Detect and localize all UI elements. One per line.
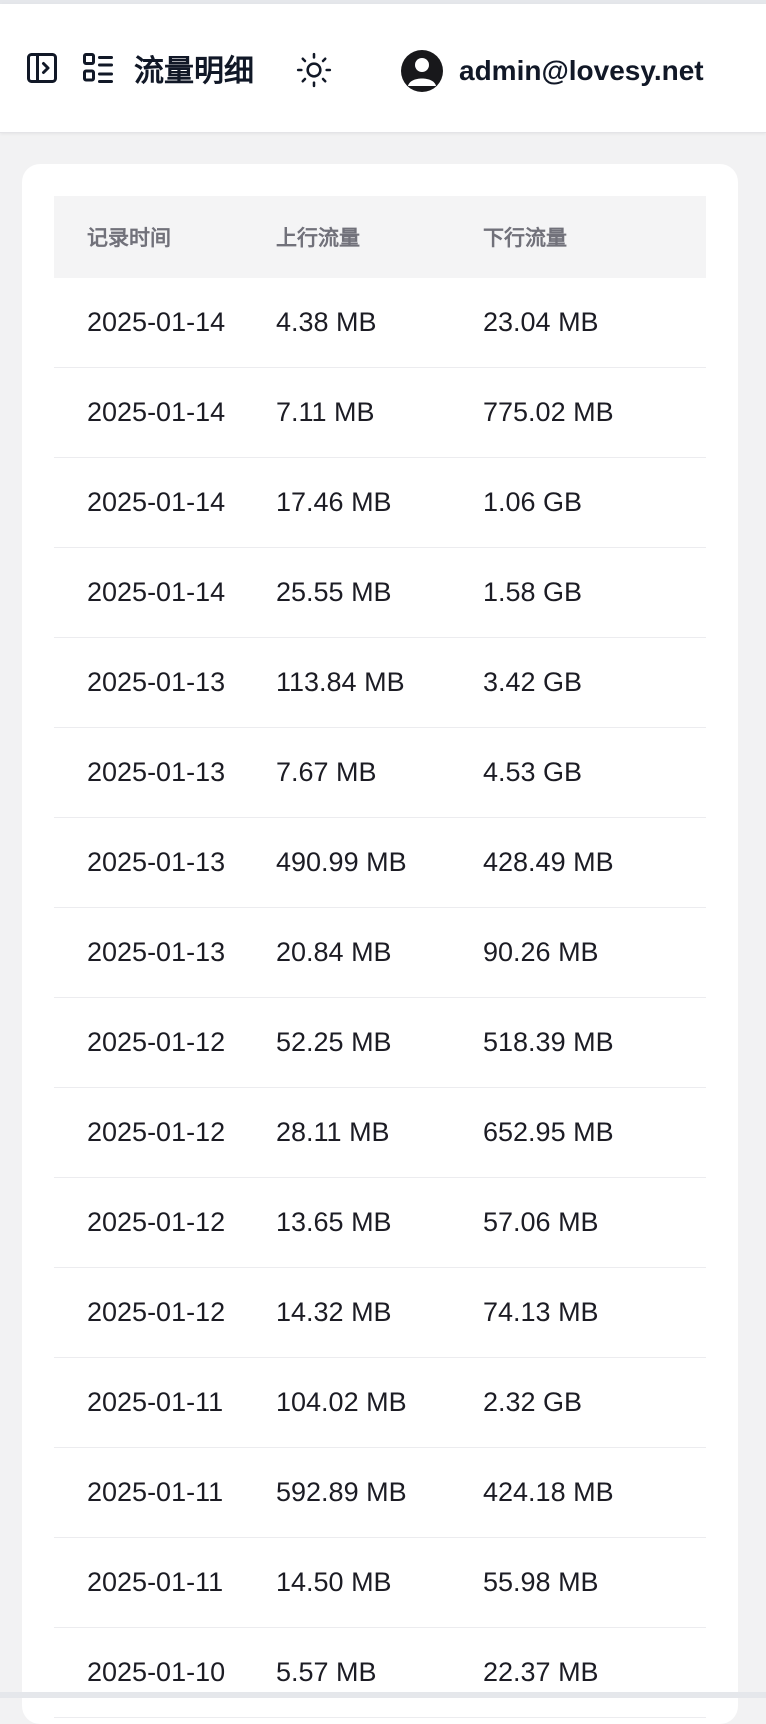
table-body: 2025-01-14 4.38 MB 23.04 MB 2025-01-14 7.11… <box>54 278 706 1718</box>
cell-upload: 13.65 MB <box>276 1177 483 1268</box>
cell-record-time: 2025-01-14 <box>54 367 276 458</box>
cell-upload: 14.32 MB <box>276 1267 483 1358</box>
cell-download: 518.39 MB <box>483 997 706 1088</box>
cell-record-time: 2025-01-10 <box>54 1627 276 1718</box>
list-icon <box>83 53 113 83</box>
cell-record-time: 2025-01-12 <box>54 1267 276 1358</box>
table-row: 2025-01-14 17.46 MB 1.06 GB <box>54 457 706 548</box>
avatar <box>401 50 443 92</box>
table-header-row: 记录时间 上行流量 下行流量 <box>54 196 706 278</box>
cell-download: 23.04 MB <box>483 278 706 368</box>
table-row: 2025-01-12 13.65 MB 57.06 MB <box>54 1177 706 1268</box>
column-header-download[interactable]: 下行流量 <box>483 196 706 278</box>
cell-download: 74.13 MB <box>483 1267 706 1358</box>
cell-download: 652.95 MB <box>483 1087 706 1178</box>
cell-record-time: 2025-01-12 <box>54 1177 276 1268</box>
sidebar-toggle-button[interactable] <box>22 48 62 88</box>
bottom-border <box>0 1692 766 1698</box>
cell-upload: 4.38 MB <box>276 278 483 368</box>
cell-upload: 20.84 MB <box>276 907 483 998</box>
cell-record-time: 2025-01-13 <box>54 907 276 998</box>
traffic-table: 记录时间 上行流量 下行流量 2025-01-14 4.38 MB 23.04 MB… <box>54 196 706 1718</box>
table-row: 2025-01-13 113.84 MB 3.42 GB <box>54 637 706 728</box>
cell-record-time: 2025-01-13 <box>54 727 276 818</box>
cell-download: 57.06 MB <box>483 1177 706 1268</box>
cell-download: 1.06 GB <box>483 457 706 548</box>
cell-download: 3.42 GB <box>483 637 706 728</box>
cell-upload: 14.50 MB <box>276 1537 483 1628</box>
cell-download: 22.37 MB <box>483 1627 706 1718</box>
cell-upload: 17.46 MB <box>276 457 483 548</box>
cell-download: 2.32 GB <box>483 1357 706 1448</box>
cell-record-time: 2025-01-13 <box>54 817 276 908</box>
cell-record-time: 2025-01-14 <box>54 457 276 548</box>
cell-upload: 592.89 MB <box>276 1447 483 1538</box>
table-row: 2025-01-11 592.89 MB 424.18 MB <box>54 1447 706 1538</box>
table-row: 2025-01-13 490.99 MB 428.49 MB <box>54 817 706 908</box>
cell-download: 428.49 MB <box>483 817 706 908</box>
page-title: 流量明细 <box>134 55 254 88</box>
cell-download: 775.02 MB <box>483 367 706 458</box>
cell-record-time: 2025-01-11 <box>54 1537 276 1628</box>
cell-upload: 25.55 MB <box>276 547 483 638</box>
cell-record-time: 2025-01-12 <box>54 997 276 1088</box>
cell-upload: 113.84 MB <box>276 637 483 728</box>
table-row: 2025-01-13 20.84 MB 90.26 MB <box>54 907 706 998</box>
table-row: 2025-01-14 7.11 MB 775.02 MB <box>54 367 706 458</box>
cell-upload: 490.99 MB <box>276 817 483 908</box>
cell-download: 55.98 MB <box>483 1537 706 1628</box>
cell-record-time: 2025-01-12 <box>54 1087 276 1178</box>
column-header-record-time[interactable]: 记录时间 <box>54 196 276 278</box>
top-bar: 流量明细 admin@lovesy.net <box>0 4 766 133</box>
table-row: 2025-01-12 52.25 MB 518.39 MB <box>54 997 706 1088</box>
table-row: 2025-01-14 25.55 MB 1.58 GB <box>54 547 706 638</box>
list-menu-button[interactable] <box>78 48 118 88</box>
cell-record-time: 2025-01-11 <box>54 1447 276 1538</box>
cell-upload: 5.57 MB <box>276 1627 483 1718</box>
table-row: 2025-01-11 104.02 MB 2.32 GB <box>54 1357 706 1448</box>
cell-upload: 104.02 MB <box>276 1357 483 1448</box>
column-header-upload[interactable]: 上行流量 <box>276 196 483 278</box>
user-avatar-icon <box>408 58 436 86</box>
cell-download: 4.53 GB <box>483 727 706 818</box>
cell-upload: 7.67 MB <box>276 727 483 818</box>
cell-download: 90.26 MB <box>483 907 706 998</box>
table-row: 2025-01-10 5.57 MB 22.37 MB <box>54 1627 706 1718</box>
traffic-detail-card: 记录时间 上行流量 下行流量 2025-01-14 4.38 MB 23.04 MB… <box>22 164 738 1724</box>
cell-upload: 7.11 MB <box>276 367 483 458</box>
table-row: 2025-01-12 28.11 MB 652.95 MB <box>54 1087 706 1178</box>
user-menu[interactable]: admin@lovesy.net <box>401 46 704 96</box>
table-row: 2025-01-13 7.67 MB 4.53 GB <box>54 727 706 818</box>
table-row: 2025-01-14 4.38 MB 23.04 MB <box>54 278 706 368</box>
cell-upload: 28.11 MB <box>276 1087 483 1178</box>
sun-icon <box>296 52 332 88</box>
sidebar-toggle-icon <box>27 53 57 83</box>
cell-record-time: 2025-01-13 <box>54 637 276 728</box>
cell-record-time: 2025-01-14 <box>54 278 276 368</box>
cell-download: 1.58 GB <box>483 547 706 638</box>
user-email: admin@lovesy.net <box>459 55 704 86</box>
cell-record-time: 2025-01-11 <box>54 1357 276 1448</box>
table-row: 2025-01-12 14.32 MB 74.13 MB <box>54 1267 706 1358</box>
cell-upload: 52.25 MB <box>276 997 483 1088</box>
theme-toggle-button[interactable] <box>294 50 334 90</box>
table-row: 2025-01-11 14.50 MB 55.98 MB <box>54 1537 706 1628</box>
cell-download: 424.18 MB <box>483 1447 706 1538</box>
cell-record-time: 2025-01-14 <box>54 547 276 638</box>
